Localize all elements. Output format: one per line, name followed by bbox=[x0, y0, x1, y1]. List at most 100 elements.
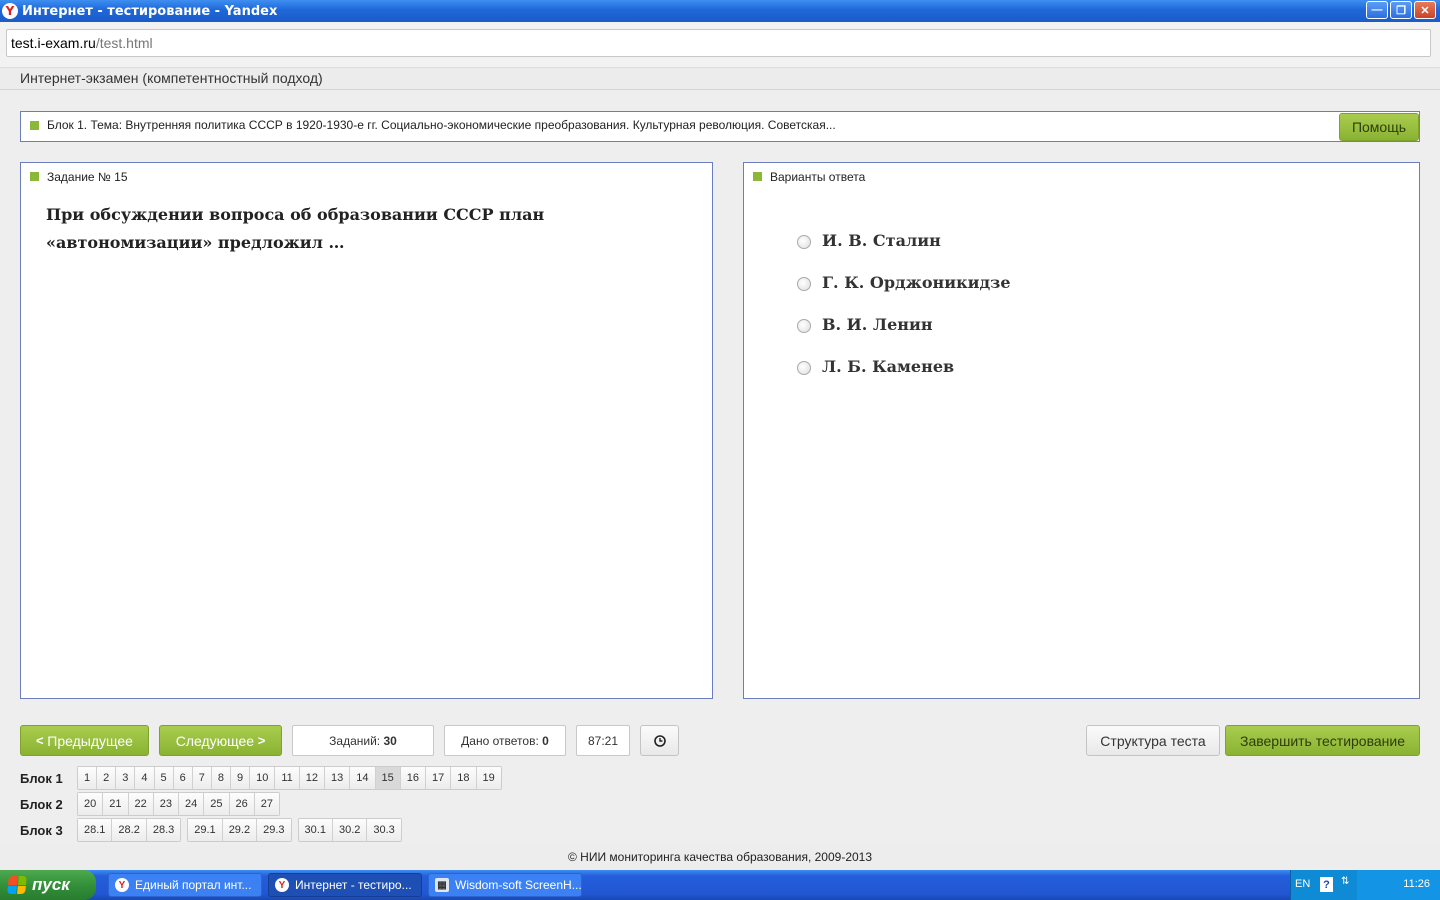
app-header: Интернет-экзамен (компетентностный подхо… bbox=[0, 68, 1440, 90]
network-tray-icon[interactable]: ⇅ bbox=[1341, 876, 1349, 887]
navigator-task-cell[interactable]: 30.3 bbox=[367, 819, 401, 841]
previous-button[interactable]: < Предыдущее bbox=[20, 725, 149, 756]
block-topic-text: Блок 1. Тема: Внутренняя политика СССР в… bbox=[47, 118, 836, 132]
yandex-browser-icon: Y bbox=[275, 878, 289, 892]
block-1-label: Блок 1 bbox=[20, 770, 63, 786]
navigator-task-cell[interactable]: 18 bbox=[451, 767, 477, 789]
navigator-task-cell[interactable]: 25 bbox=[204, 793, 230, 815]
navigator-task-cell[interactable]: 22 bbox=[128, 793, 154, 815]
language-indicator[interactable]: EN bbox=[1295, 878, 1310, 890]
url-input[interactable]: test.i-exam.ru/test.html bbox=[6, 29, 1431, 57]
taskbar-item[interactable]: Y Единый портал инт... bbox=[108, 873, 262, 897]
navigator-block-3: Блок 3 28.1 28.2 28.3 29.1 29.2 29.3 30.1 30.2 3… bbox=[20, 818, 408, 842]
answers-panel: Варианты ответа И. В. Сталин Г. К. Орджо… bbox=[743, 162, 1420, 699]
navigator-task-cell[interactable]: 12 bbox=[299, 767, 326, 789]
window-controls: — ❐ ✕ bbox=[1366, 1, 1436, 19]
navigator-task-cell[interactable]: 29.2 bbox=[222, 819, 258, 841]
radio-button[interactable] bbox=[797, 277, 811, 291]
window-title: Интернет - тестирование - Yandex bbox=[22, 3, 278, 19]
bullet-square-icon bbox=[30, 121, 39, 130]
yandex-logo-icon: Y bbox=[2, 3, 18, 19]
navigator-task-cell[interactable]: 20 bbox=[78, 793, 104, 815]
answers-count-box: Дано ответов: 0 bbox=[444, 725, 566, 756]
navigator-task-cell[interactable]: 10 bbox=[250, 767, 276, 789]
system-tray: EN ? ⇅ 11:26 bbox=[1290, 870, 1440, 900]
block-3-groups: 28.1 28.2 28.3 29.1 29.2 29.3 30.1 30.2 30.3 bbox=[77, 818, 408, 842]
navigator-task-cell[interactable]: 30.1 bbox=[298, 819, 333, 841]
block-topic-bar: Блок 1. Тема: Внутренняя политика СССР в… bbox=[20, 111, 1420, 142]
taskbar-item-label: Интернет - тестиро... bbox=[295, 878, 412, 892]
clock-time: 11:26 bbox=[1403, 878, 1430, 890]
answer-label[interactable]: Г. К. Орджоникидзе bbox=[822, 273, 1011, 292]
minimize-button[interactable]: — bbox=[1366, 1, 1388, 19]
chevron-right-icon: > bbox=[254, 733, 266, 748]
help-tray-icon[interactable]: ? bbox=[1320, 877, 1333, 892]
answer-option[interactable]: Г. К. Орджоникидзе bbox=[797, 261, 1011, 303]
navigator-task-cell[interactable]: 28.2 bbox=[112, 819, 147, 841]
block-1-items: 1 2 3 4 5 6 7 8 9 10 11 12 13 14 15 16 17 18 19 bbox=[77, 766, 502, 790]
navigator-task-cell[interactable]: 17 bbox=[426, 767, 452, 789]
navigator-task-cell[interactable]: 28.3 bbox=[146, 819, 181, 841]
answer-label[interactable]: В. И. Ленин bbox=[822, 315, 933, 334]
navigator-task-cell[interactable]: 29.1 bbox=[188, 819, 223, 841]
navigator-task-cell[interactable]: 29.3 bbox=[257, 819, 291, 841]
radio-button[interactable] bbox=[797, 319, 811, 333]
navigator-task-cell[interactable]: 4 bbox=[135, 767, 155, 789]
answers-count-label: Дано ответов: bbox=[461, 733, 539, 748]
task-title: Задание № 15 bbox=[47, 170, 128, 184]
answer-option[interactable]: И. В. Сталин bbox=[797, 219, 1011, 261]
start-button[interactable]: пуск bbox=[0, 870, 96, 900]
navigator-subgroup: 29.1 29.2 29.3 bbox=[187, 818, 292, 842]
taskbar-item-label: Wisdom-soft ScreenH... bbox=[455, 878, 582, 892]
screenshot-app-icon: ▦ bbox=[435, 878, 449, 892]
finish-test-button[interactable]: Завершить тестирование bbox=[1225, 725, 1420, 756]
navigator-task-cell[interactable]: 13 bbox=[325, 767, 351, 789]
close-button[interactable]: ✕ bbox=[1414, 1, 1436, 19]
address-bar: test.i-exam.ru/test.html bbox=[0, 22, 1440, 68]
navigator-task-cell[interactable]: 15 bbox=[375, 767, 401, 789]
answers-count-value: 0 bbox=[542, 733, 549, 748]
help-button[interactable]: Помощь bbox=[1339, 113, 1419, 141]
navigator-task-cell[interactable]: 28.1 bbox=[78, 819, 113, 841]
navigator-subgroup: 28.1 28.2 28.3 bbox=[77, 818, 182, 842]
navigator-task-cell[interactable]: 7 bbox=[192, 767, 212, 789]
navigator-task-cell[interactable]: 2 bbox=[97, 767, 117, 789]
footer-copyright: © НИИ мониторинга качества образования, … bbox=[0, 845, 1440, 870]
restore-button[interactable]: ❐ bbox=[1390, 1, 1412, 19]
answer-option[interactable]: В. И. Ленин bbox=[797, 303, 1011, 345]
navigator-task-cell[interactable]: 27 bbox=[254, 793, 279, 815]
navigator-task-cell[interactable]: 1 bbox=[78, 767, 98, 789]
clock-icon bbox=[653, 734, 666, 747]
timer-toggle-button[interactable] bbox=[640, 725, 679, 756]
navigator-task-cell[interactable]: 9 bbox=[231, 767, 251, 789]
radio-button[interactable] bbox=[797, 235, 811, 249]
yandex-browser-icon: Y bbox=[115, 878, 129, 892]
navigator-task-cell[interactable]: 24 bbox=[179, 793, 205, 815]
answer-option[interactable]: Л. Б. Каменев bbox=[797, 345, 1011, 387]
navigator-task-cell[interactable]: 16 bbox=[400, 767, 427, 789]
block-2-items: 20 21 22 23 24 25 26 27 bbox=[77, 792, 280, 816]
answer-label[interactable]: И. В. Сталин bbox=[822, 231, 941, 250]
radio-button[interactable] bbox=[797, 361, 811, 375]
navigator-task-cell[interactable]: 21 bbox=[103, 793, 129, 815]
app-title: Интернет-экзамен (компетентностный подхо… bbox=[20, 70, 323, 86]
navigator-task-cell[interactable]: 19 bbox=[476, 767, 501, 789]
url-path: /test.html bbox=[95, 35, 153, 51]
next-button[interactable]: Следующее > bbox=[159, 725, 282, 756]
navigator-task-cell[interactable]: 5 bbox=[154, 767, 174, 789]
navigator-task-cell[interactable]: 23 bbox=[153, 793, 179, 815]
block-2-label: Блок 2 bbox=[20, 796, 63, 812]
question-text: При обсуждении вопроса об образовании СС… bbox=[46, 205, 545, 252]
navigator-task-cell[interactable]: 11 bbox=[275, 767, 300, 789]
taskbar-item[interactable]: ▦ Wisdom-soft ScreenH... bbox=[428, 873, 582, 897]
answer-label[interactable]: Л. Б. Каменев bbox=[822, 357, 954, 376]
navigator-task-cell[interactable]: 14 bbox=[350, 767, 376, 789]
navigator-task-cell[interactable]: 6 bbox=[173, 767, 193, 789]
navigator-task-cell[interactable]: 3 bbox=[116, 767, 136, 789]
navigator-task-cell[interactable]: 8 bbox=[211, 767, 231, 789]
navigator-task-cell[interactable]: 26 bbox=[229, 793, 255, 815]
bullet-square-icon bbox=[753, 172, 762, 181]
navigator-task-cell[interactable]: 30.2 bbox=[332, 819, 368, 841]
taskbar-item-active[interactable]: Y Интернет - тестиро... bbox=[268, 873, 422, 897]
test-structure-button[interactable]: Структура теста bbox=[1086, 725, 1220, 756]
